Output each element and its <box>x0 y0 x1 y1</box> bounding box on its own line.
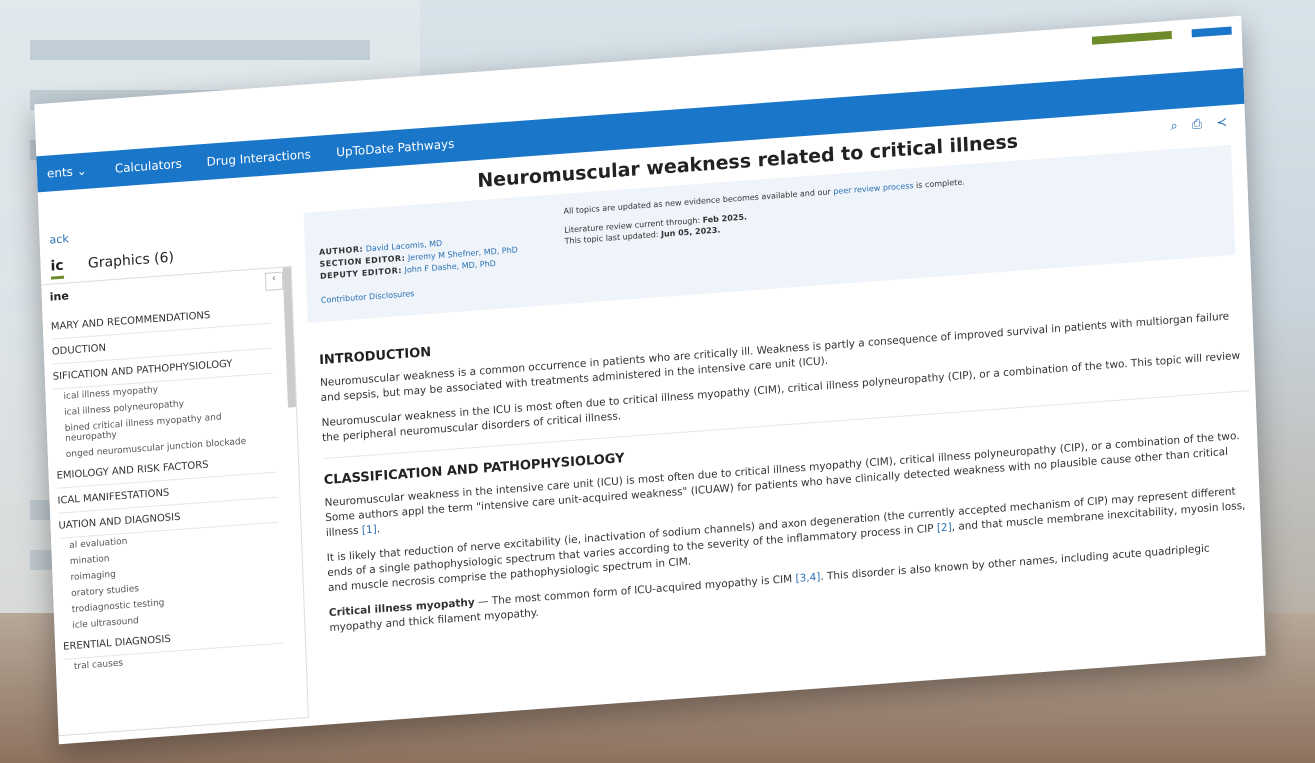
nav-calculators[interactable]: Calculators <box>115 157 183 176</box>
review-date: Feb 2025. <box>702 212 748 225</box>
tab-topic[interactable]: ic <box>50 257 65 280</box>
outline-list: MARY AND RECOMMENDATIONS ODUCTION SIFICATI… <box>50 298 284 676</box>
back-link[interactable]: ack <box>49 232 69 246</box>
review-info: All topics are updated as new evidence b… <box>563 176 966 254</box>
nav-contents[interactable]: ents ⌄ <box>47 164 87 181</box>
updated-date: Jun 05, 2023. <box>660 225 721 239</box>
collapse-sidebar-button[interactable]: ‹ <box>264 271 284 291</box>
outline-label: ine <box>49 289 70 304</box>
contributor-disclosures-link[interactable]: Contributor Disclosures <box>321 280 520 307</box>
peer-review-link[interactable]: peer review process <box>833 181 914 196</box>
find-icon[interactable]: ⌕ <box>1170 119 1178 135</box>
app-window: ents ⌄ Calculators Drug Interactions UpT… <box>34 15 1266 745</box>
reference-link-2[interactable]: [2] <box>937 521 952 534</box>
share-icon[interactable]: ≺ <box>1216 115 1227 131</box>
header-blue-accent <box>1191 26 1232 38</box>
update-note-post: is complete. <box>913 177 965 191</box>
nav-drug-interactions[interactable]: Drug Interactions <box>206 147 311 169</box>
reference-link-3-4[interactable]: [3,4] <box>795 571 820 585</box>
author-label: AUTHOR: <box>318 244 364 257</box>
article-body: INTRODUCTION Neuromuscular weakness is a… <box>318 271 1257 646</box>
print-icon[interactable]: ⎙ <box>1192 117 1203 133</box>
sidebar-scrollbar[interactable] <box>282 267 296 408</box>
editors: AUTHOR: David Lacomis, MD SECTION EDITOR… <box>319 232 520 307</box>
tab-graphics[interactable]: Graphics (6) <box>88 250 174 272</box>
topic-tabs: ic Graphics (6) <box>50 250 174 280</box>
article-tools: ⌕ ⎙ ≺ <box>1160 115 1227 135</box>
nav-uptodate-pathways[interactable]: UpToDate Pathways <box>336 137 455 160</box>
header-green-accent <box>1091 30 1172 45</box>
reference-link-1[interactable]: [1] <box>362 523 377 536</box>
outline-sidebar: ine ‹ MARY AND RECOMMENDATIONS ODUCTION SI… <box>41 265 309 737</box>
